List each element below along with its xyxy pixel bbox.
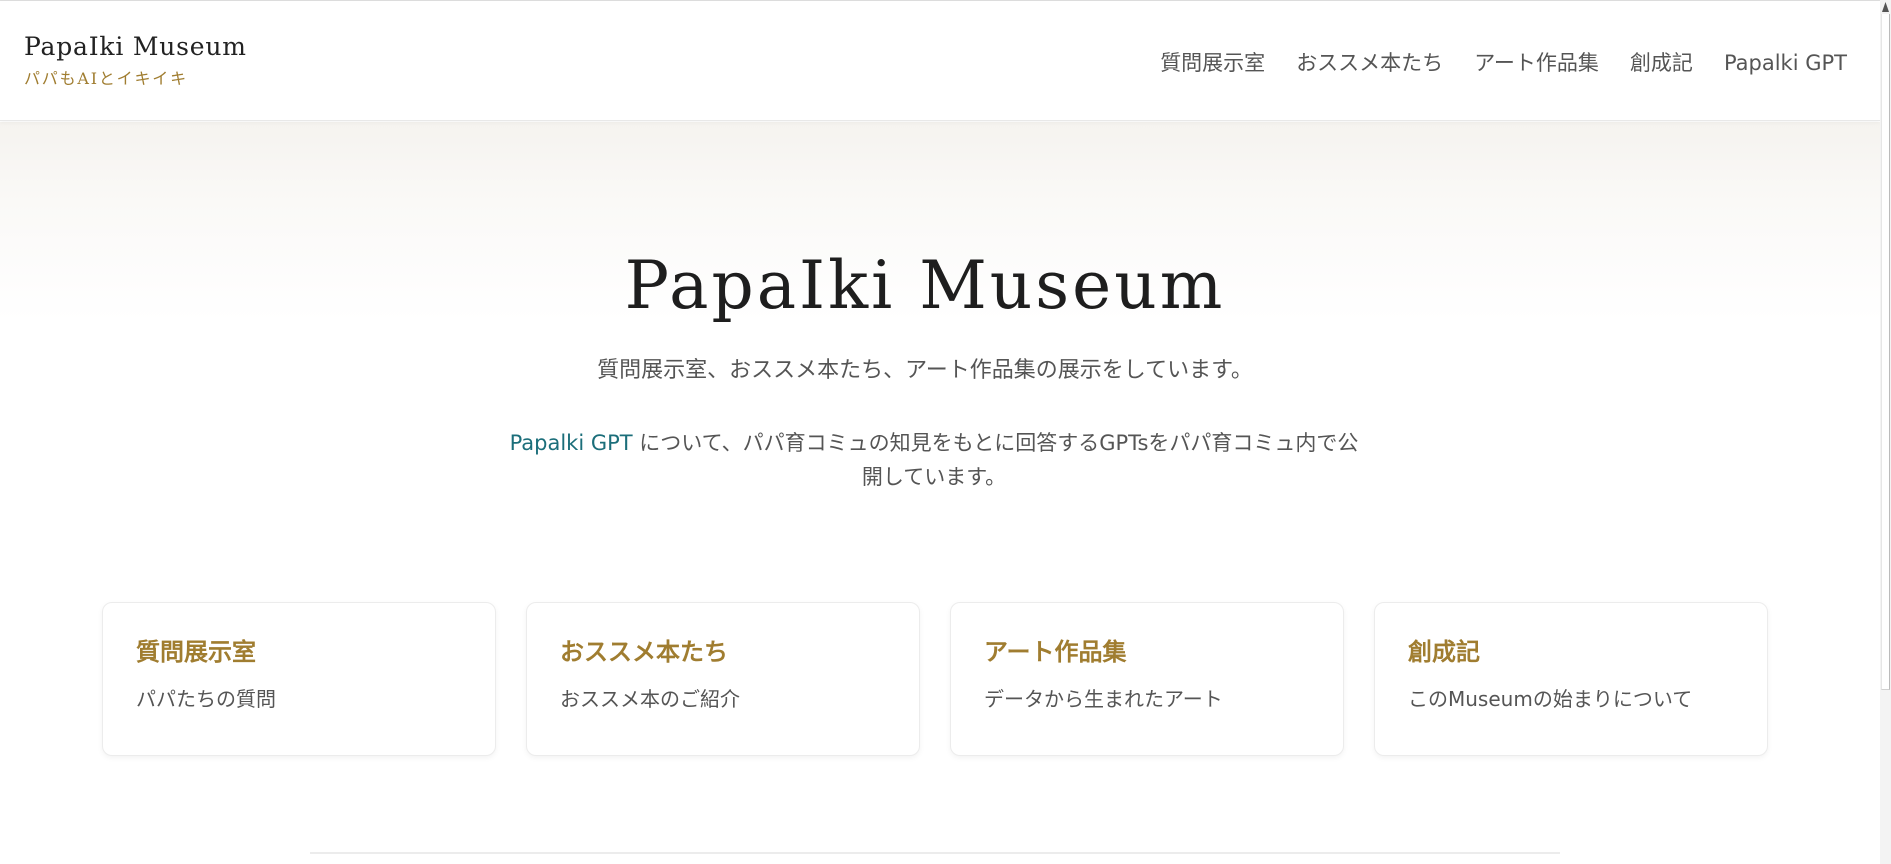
hero-gpt-description: Papalki GPT について、パパ育コミュの知見をもとに回答するGPTsをパ… bbox=[509, 426, 1359, 494]
card-books[interactable]: おススメ本たち おススメ本のご紹介 bbox=[526, 602, 920, 756]
card-title: おススメ本たち bbox=[560, 637, 728, 666]
hero-section: PapaIki Museum 質問展示室、おススメ本たち、アート作品集の展示をし… bbox=[0, 122, 1880, 864]
card-description: このMuseumの始まりについて bbox=[1408, 687, 1693, 711]
card-description: おススメ本のご紹介 bbox=[560, 687, 740, 711]
site-header: PapaIki Museum パパもAIとイキイキ 質問展示室 おススメ本たち … bbox=[0, 1, 1880, 121]
nav-link-questions[interactable]: 質問展示室 bbox=[1160, 49, 1265, 77]
nav-link-gpt[interactable]: Papalki GPT bbox=[1724, 49, 1847, 77]
nav-link-art[interactable]: アート作品集 bbox=[1474, 49, 1599, 77]
brand-title: PapaIki Museum bbox=[24, 32, 247, 61]
section-divider bbox=[310, 852, 1560, 854]
card-description: パパたちの質問 bbox=[136, 687, 276, 711]
scroll-up-arrow-icon[interactable] bbox=[1882, 2, 1889, 12]
gpt-link[interactable]: Papalki GPT bbox=[510, 431, 633, 455]
card-grid: 質問展示室 パパたちの質問 おススメ本たち おススメ本のご紹介 アート作品集 デ… bbox=[102, 602, 1768, 756]
card-questions[interactable]: 質問展示室 パパたちの質問 bbox=[102, 602, 496, 756]
card-art[interactable]: アート作品集 データから生まれたアート bbox=[950, 602, 1344, 756]
gpt-description-text: について、パパ育コミュの知見をもとに回答するGPTsをパパ育コミュ内で公開してい… bbox=[632, 431, 1359, 489]
card-genesis[interactable]: 創成記 このMuseumの始まりについて bbox=[1374, 602, 1768, 756]
main-nav: 質問展示室 おススメ本たち アート作品集 創成記 Papalki GPT bbox=[1160, 49, 1847, 77]
hero-title: PapaIki Museum bbox=[624, 247, 1226, 324]
scrollbar[interactable] bbox=[1880, 0, 1891, 864]
hero-subtitle: 質問展示室、おススメ本たち、アート作品集の展示をしています。 bbox=[597, 358, 1253, 383]
page: PapaIki Museum パパもAIとイキイキ 質問展示室 おススメ本たち … bbox=[0, 0, 1891, 864]
card-title: 質問展示室 bbox=[136, 637, 256, 666]
nav-link-genesis[interactable]: 創成記 bbox=[1630, 49, 1693, 77]
card-title: アート作品集 bbox=[984, 637, 1127, 666]
brand-tagline: パパもAIとイキイキ bbox=[24, 69, 188, 88]
card-title: 創成記 bbox=[1408, 637, 1480, 666]
nav-link-books[interactable]: おススメ本たち bbox=[1296, 49, 1443, 77]
scrollbar-thumb[interactable] bbox=[1881, 14, 1890, 690]
card-description: データから生まれたアート bbox=[984, 687, 1223, 711]
brand-logo-link[interactable]: PapaIki Museum パパもAIとイキイキ bbox=[24, 31, 247, 89]
